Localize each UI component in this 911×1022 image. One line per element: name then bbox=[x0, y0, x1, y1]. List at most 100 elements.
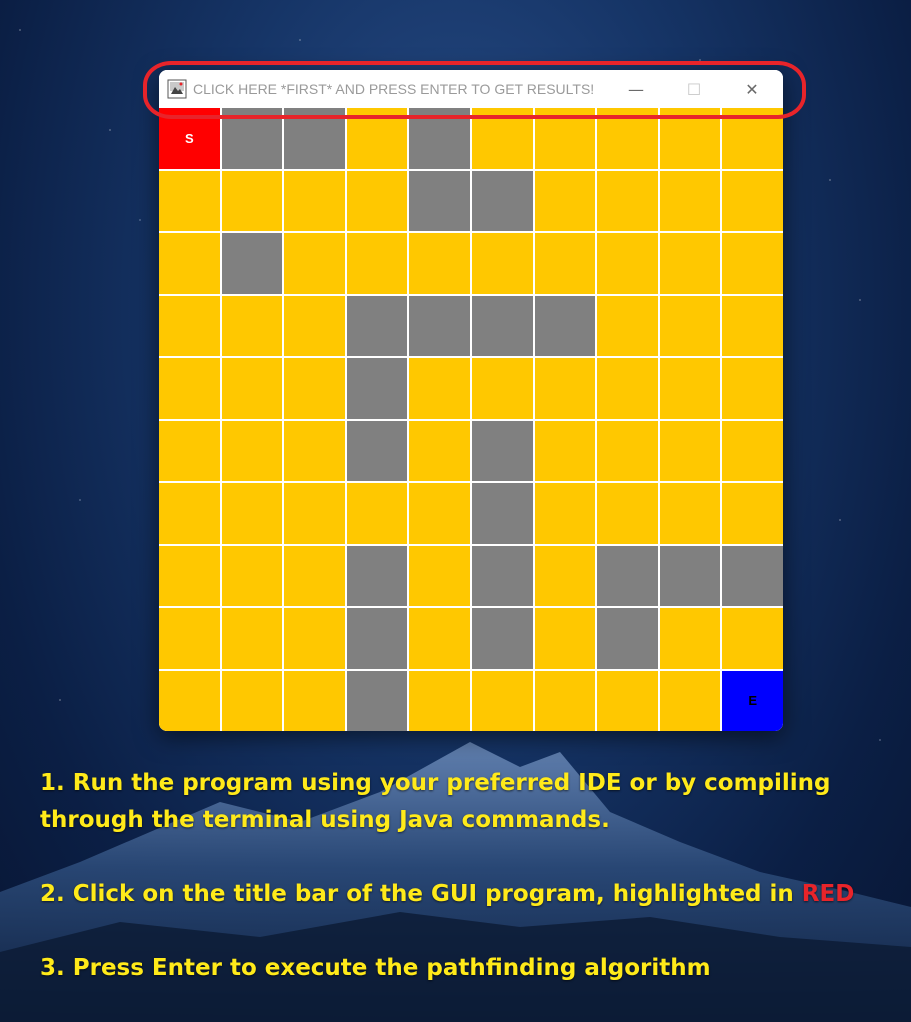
wall-cell bbox=[722, 545, 783, 606]
open-cell bbox=[471, 358, 533, 419]
open-cell bbox=[284, 295, 345, 356]
open-cell bbox=[284, 608, 345, 669]
instruction-step-2-text: 2. Click on the title bar of the GUI pro… bbox=[40, 881, 802, 907]
wall-cell bbox=[409, 295, 470, 356]
open-cell bbox=[409, 545, 470, 606]
open-cell bbox=[597, 295, 658, 356]
open-cell bbox=[159, 608, 220, 669]
open-cell bbox=[659, 420, 721, 481]
wall-cell bbox=[221, 233, 283, 294]
maximize-button[interactable]: ☐ bbox=[665, 70, 723, 108]
instruction-spacer bbox=[40, 839, 900, 876]
open-cell bbox=[159, 670, 220, 731]
java-app-icon bbox=[167, 79, 187, 99]
wall-cell bbox=[221, 108, 283, 169]
open-cell bbox=[597, 420, 658, 481]
wall-cell bbox=[346, 545, 408, 606]
start-cell: S bbox=[159, 108, 220, 169]
open-cell bbox=[409, 483, 470, 544]
open-cell bbox=[722, 608, 783, 669]
open-cell bbox=[722, 295, 783, 356]
open-cell bbox=[597, 483, 658, 544]
open-cell bbox=[534, 108, 596, 169]
wall-cell bbox=[597, 545, 658, 606]
open-cell bbox=[221, 295, 283, 356]
open-cell bbox=[471, 233, 533, 294]
open-cell bbox=[534, 545, 596, 606]
open-cell bbox=[221, 358, 283, 419]
open-cell bbox=[597, 670, 658, 731]
open-cell bbox=[284, 170, 345, 231]
wall-cell bbox=[346, 358, 408, 419]
end-cell: E bbox=[722, 670, 783, 731]
open-cell bbox=[659, 233, 721, 294]
open-cell bbox=[346, 108, 408, 169]
open-cell bbox=[159, 420, 220, 481]
instruction-step-1-line-1: 1. Run the program using your preferred … bbox=[40, 770, 831, 796]
open-cell bbox=[534, 483, 596, 544]
wall-cell bbox=[597, 608, 658, 669]
open-cell bbox=[659, 170, 721, 231]
open-cell bbox=[471, 670, 533, 731]
open-cell bbox=[221, 170, 283, 231]
open-cell bbox=[722, 420, 783, 481]
open-cell bbox=[659, 608, 721, 669]
minimize-button[interactable]: — bbox=[607, 70, 665, 108]
open-cell bbox=[722, 358, 783, 419]
window-title: CLICK HERE *FIRST* AND PRESS ENTER TO GE… bbox=[193, 81, 595, 97]
open-cell bbox=[221, 420, 283, 481]
open-cell bbox=[221, 483, 283, 544]
open-cell bbox=[597, 108, 658, 169]
instruction-spacer bbox=[40, 913, 900, 950]
open-cell bbox=[409, 670, 470, 731]
minimize-icon: — bbox=[628, 79, 644, 99]
open-cell bbox=[284, 358, 345, 419]
wall-cell bbox=[284, 108, 345, 169]
open-cell bbox=[722, 233, 783, 294]
wall-cell bbox=[534, 295, 596, 356]
open-cell bbox=[534, 233, 596, 294]
open-cell bbox=[159, 170, 220, 231]
wall-cell bbox=[346, 608, 408, 669]
wall-cell bbox=[346, 670, 408, 731]
close-button[interactable]: ✕ bbox=[723, 70, 781, 108]
open-cell bbox=[221, 545, 283, 606]
open-cell bbox=[659, 483, 721, 544]
app-window: CLICK HERE *FIRST* AND PRESS ENTER TO GE… bbox=[159, 70, 783, 731]
open-cell bbox=[159, 233, 220, 294]
open-cell bbox=[284, 545, 345, 606]
open-cell bbox=[534, 170, 596, 231]
maze-grid: SE bbox=[159, 108, 783, 731]
wall-cell bbox=[659, 545, 721, 606]
open-cell bbox=[346, 233, 408, 294]
open-cell bbox=[597, 170, 658, 231]
open-cell bbox=[284, 483, 345, 544]
wall-cell bbox=[409, 170, 470, 231]
open-cell bbox=[284, 233, 345, 294]
open-cell bbox=[409, 358, 470, 419]
instruction-step-2: 2. Click on the title bar of the GUI pro… bbox=[40, 876, 900, 913]
wall-cell bbox=[471, 608, 533, 669]
open-cell bbox=[159, 295, 220, 356]
open-cell bbox=[659, 670, 721, 731]
open-cell bbox=[409, 608, 470, 669]
maximize-icon: ☐ bbox=[686, 79, 702, 99]
wall-cell bbox=[346, 420, 408, 481]
open-cell bbox=[284, 670, 345, 731]
instruction-step-1-line-2: through the terminal using Java commands… bbox=[40, 807, 610, 833]
wall-cell bbox=[471, 420, 533, 481]
open-cell bbox=[284, 420, 345, 481]
open-cell bbox=[346, 170, 408, 231]
instruction-step-3: 3. Press Enter to execute the pathfindin… bbox=[40, 955, 711, 981]
open-cell bbox=[221, 670, 283, 731]
open-cell bbox=[471, 108, 533, 169]
open-cell bbox=[722, 483, 783, 544]
open-cell bbox=[159, 483, 220, 544]
wall-cell bbox=[346, 295, 408, 356]
window-title-bar[interactable]: CLICK HERE *FIRST* AND PRESS ENTER TO GE… bbox=[159, 70, 783, 108]
open-cell bbox=[597, 358, 658, 419]
wall-cell bbox=[409, 108, 470, 169]
open-cell bbox=[534, 670, 596, 731]
wall-cell bbox=[471, 295, 533, 356]
wall-cell bbox=[471, 483, 533, 544]
